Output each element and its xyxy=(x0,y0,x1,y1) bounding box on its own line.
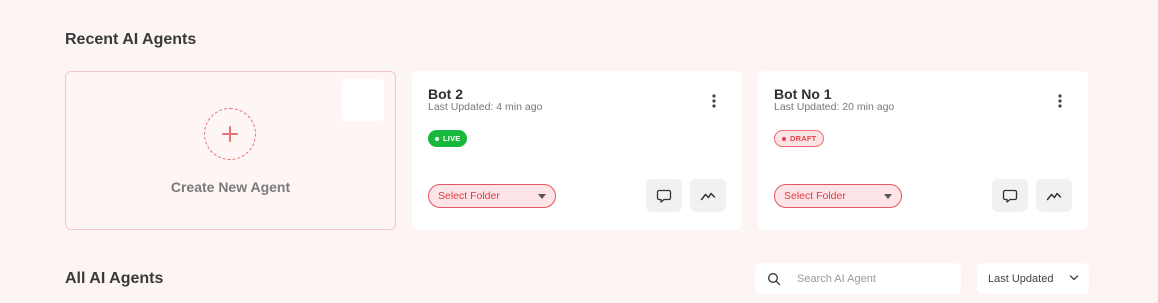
caret-down-icon xyxy=(538,194,546,199)
search-icon xyxy=(767,272,781,286)
agent-last-updated: Last Updated: 4 min ago xyxy=(428,101,543,113)
select-folder-label: Select Folder xyxy=(784,190,846,202)
trend-line-icon xyxy=(1046,192,1062,200)
status-dot-icon xyxy=(782,136,786,141)
create-new-agent-label: Create New Agent xyxy=(170,179,291,195)
more-options-icon[interactable] xyxy=(708,93,720,109)
chat-button[interactable] xyxy=(646,179,682,212)
more-options-icon[interactable] xyxy=(1054,93,1066,109)
card-corner-placeholder xyxy=(342,79,384,121)
chat-icon xyxy=(1002,189,1018,203)
analytics-button[interactable] xyxy=(690,179,726,212)
status-badge-label: LIVE xyxy=(443,134,461,143)
sort-selected-label: Last Updated xyxy=(988,272,1054,285)
sort-dropdown[interactable]: Last Updated xyxy=(977,263,1089,294)
agent-name: Bot 2 xyxy=(428,86,463,102)
agent-last-updated: Last Updated: 20 min ago xyxy=(774,101,895,113)
plus-circle-button[interactable] xyxy=(204,108,256,160)
analytics-button[interactable] xyxy=(1036,179,1072,212)
select-folder-dropdown[interactable]: Select Folder xyxy=(774,184,902,208)
search-input[interactable] xyxy=(797,263,952,294)
chevron-down-icon xyxy=(1069,275,1079,281)
trend-line-icon xyxy=(700,192,716,200)
create-new-agent-card[interactable]: Create New Agent xyxy=(65,71,396,230)
chat-icon xyxy=(656,189,672,203)
search-box[interactable] xyxy=(755,263,961,294)
agent-card[interactable]: Bot 2 Last Updated: 4 min ago LIVE Selec… xyxy=(412,71,742,230)
select-folder-dropdown[interactable]: Select Folder xyxy=(428,184,556,208)
agent-card[interactable]: Bot No 1 Last Updated: 20 min ago DRAFT … xyxy=(758,71,1088,230)
agent-name: Bot No 1 xyxy=(774,86,832,102)
all-agents-heading: All AI Agents xyxy=(65,270,164,287)
status-badge-live: LIVE xyxy=(428,130,468,147)
status-dot-icon xyxy=(435,136,439,141)
plus-icon xyxy=(222,126,238,142)
caret-down-icon xyxy=(884,194,892,199)
select-folder-label: Select Folder xyxy=(438,190,500,202)
status-badge-label: DRAFT xyxy=(790,134,817,143)
recent-agents-heading: Recent AI Agents xyxy=(65,31,197,48)
chat-button[interactable] xyxy=(992,179,1028,212)
status-badge-draft: DRAFT xyxy=(774,130,825,147)
